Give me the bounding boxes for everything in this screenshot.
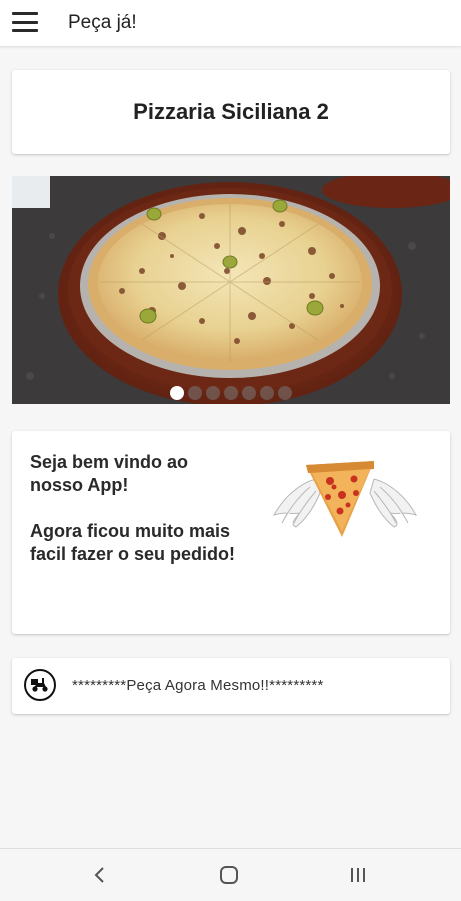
image-carousel[interactable] [12,176,450,404]
carousel-dots [12,386,450,400]
store-name: Pizzaria Siciliana 2 [133,99,329,124]
system-navigation-bar [0,848,461,901]
order-now-label: *********Peça Agora Mesmo!!********* [72,677,324,694]
carousel-dot[interactable] [188,386,202,400]
home-icon[interactable] [209,861,249,889]
carousel-dot[interactable] [224,386,238,400]
carousel-dot[interactable] [260,386,274,400]
app-title: Peça já! [68,12,137,33]
carousel-dot[interactable] [278,386,292,400]
store-title-card: Pizzaria Siciliana 2 [12,70,450,154]
app-bar: Peça já! [0,0,461,47]
welcome-line-2: Agora ficou muito mais facil fazer o seu… [30,521,236,564]
pizza-photo [12,176,450,404]
hamburger-menu-icon[interactable] [12,10,38,34]
carousel-dot[interactable] [206,386,220,400]
recent-apps-icon[interactable] [338,861,378,889]
winged-pizza-slice-image [272,461,418,537]
welcome-line-1: Seja bem vindo ao nosso App! [30,452,189,495]
back-chevron-icon[interactable] [80,861,120,889]
welcome-message: Seja bem vindo ao nosso App! Agora ficou… [30,451,240,589]
order-now-button[interactable]: *********Peça Agora Mesmo!!********* [12,658,450,714]
delivery-scooter-icon [24,669,56,701]
carousel-dot[interactable] [242,386,256,400]
carousel-dot[interactable] [170,386,184,400]
welcome-card: Seja bem vindo ao nosso App! Agora ficou… [12,431,450,634]
